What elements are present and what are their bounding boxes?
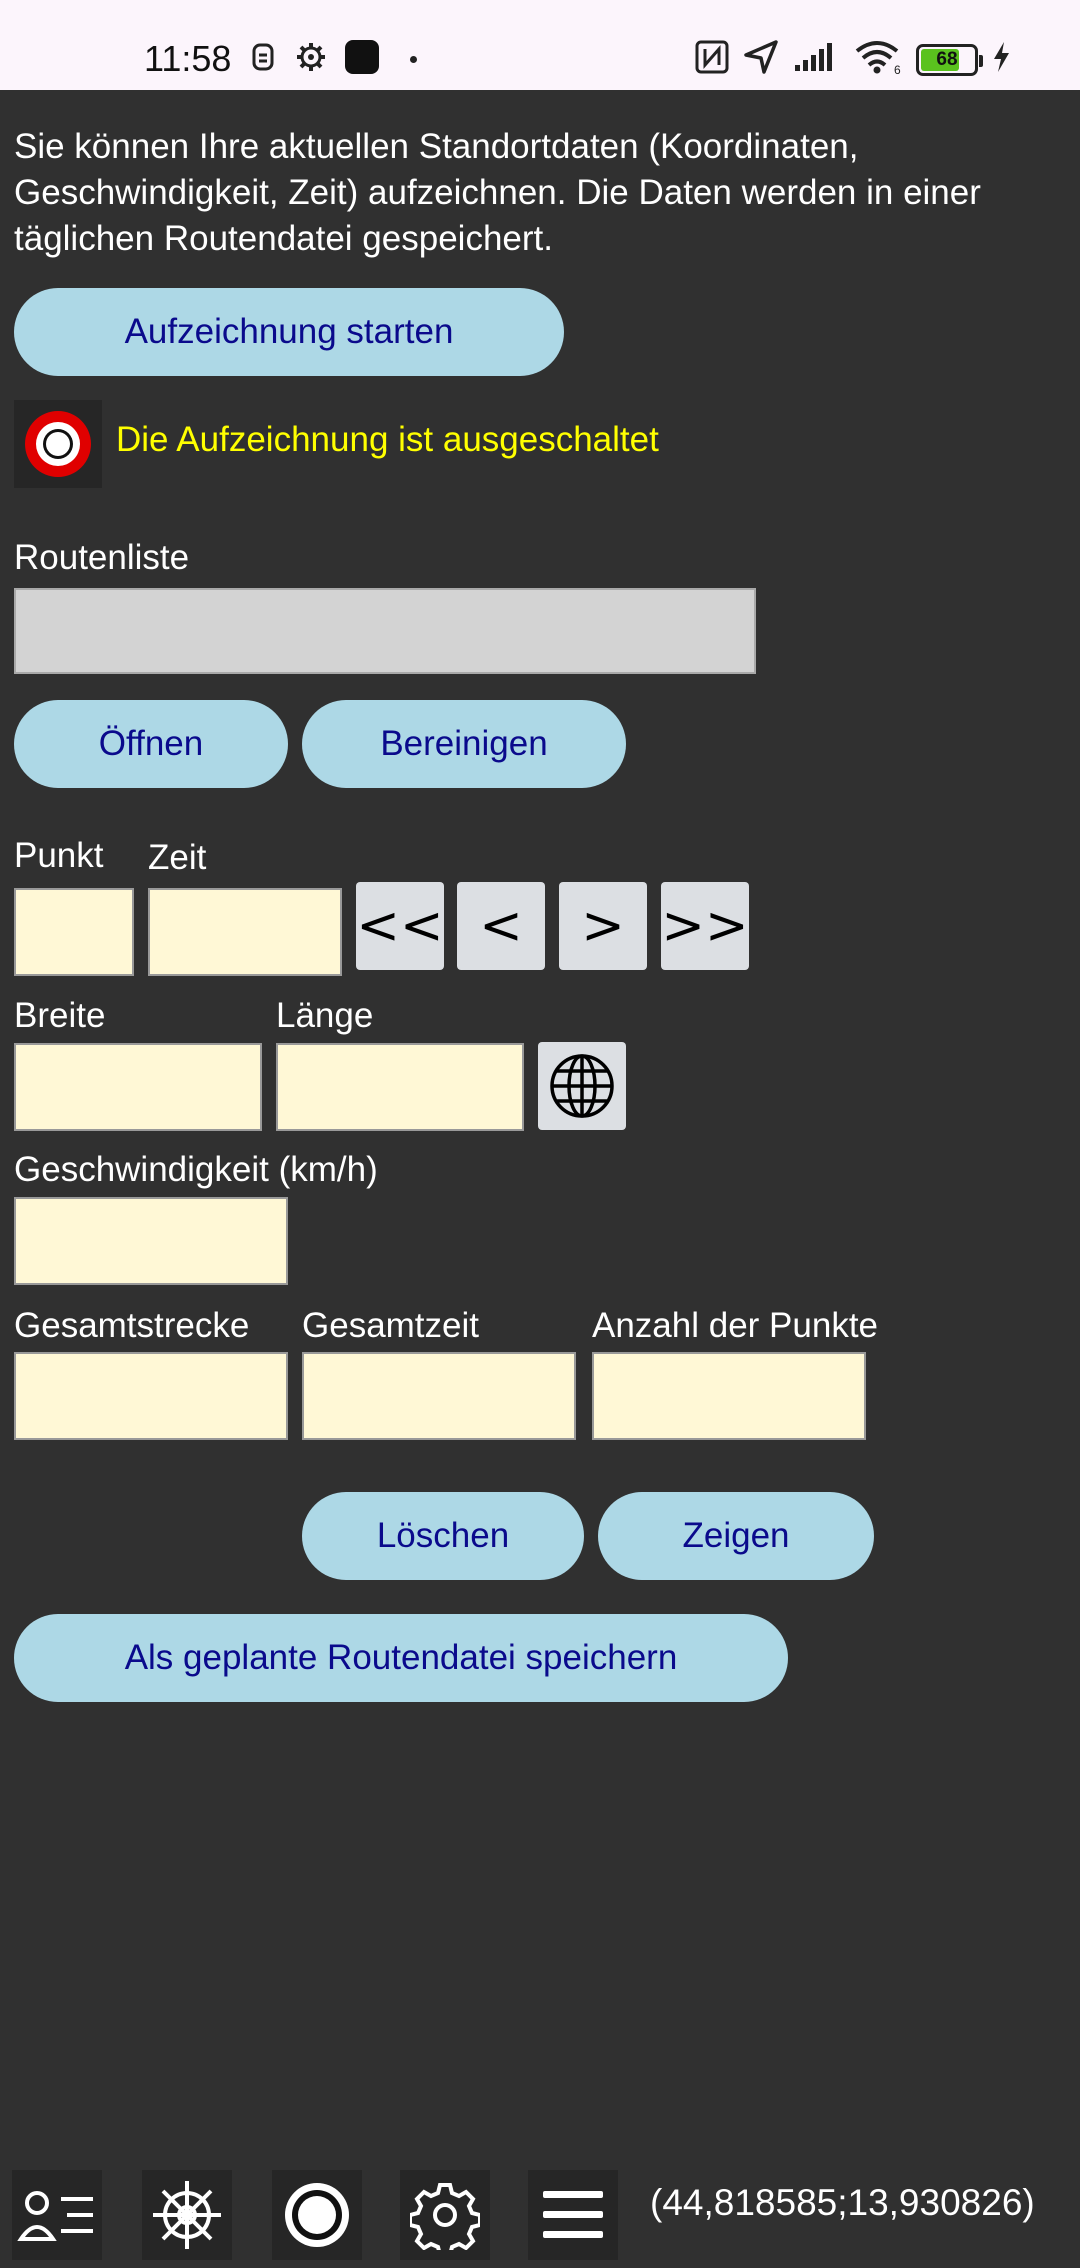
- time-label: Zeit: [148, 838, 207, 877]
- point-label: Punkt: [14, 836, 104, 875]
- latitude-field[interactable]: [14, 1043, 262, 1131]
- save-planned-route-button[interactable]: Als geplante Routendatei speichern: [14, 1614, 788, 1702]
- speed-label: Geschwindigkeit (km/h): [14, 1150, 378, 1189]
- notification-icon: [250, 40, 276, 74]
- recording-status-text: Die Aufzeichnung ist ausgeschaltet: [116, 420, 659, 459]
- helm-icon[interactable]: [142, 2170, 232, 2260]
- delete-button[interactable]: Löschen: [302, 1492, 584, 1580]
- charging-icon: [990, 40, 1012, 74]
- wifi-icon: 6: [852, 40, 904, 75]
- show-button[interactable]: Zeigen: [598, 1492, 874, 1580]
- app-status-icon: [344, 40, 380, 74]
- longitude-field[interactable]: [276, 1043, 524, 1131]
- total-time-field[interactable]: [302, 1352, 576, 1440]
- latitude-label: Breite: [14, 996, 106, 1035]
- total-time-label: Gesamtzeit: [302, 1306, 479, 1345]
- point-field[interactable]: [14, 888, 134, 976]
- location-arrow-icon: [742, 40, 780, 74]
- coordinates-display: (44,818585;13,930826): [650, 2182, 1035, 2223]
- globe-icon[interactable]: [538, 1042, 626, 1130]
- longitude-label: Länge: [276, 996, 374, 1035]
- intro-text: Sie können Ihre aktuellen Standortdaten …: [14, 127, 981, 258]
- start-recording-button[interactable]: Aufzeichnung starten: [14, 288, 564, 376]
- user-list-icon[interactable]: [12, 2170, 102, 2260]
- recording-status-icon[interactable]: [14, 400, 102, 488]
- time-field[interactable]: [148, 888, 342, 976]
- next-point-button[interactable]: >: [559, 882, 647, 970]
- previous-point-button[interactable]: <: [457, 882, 545, 970]
- last-point-button[interactable]: >>: [661, 882, 749, 970]
- first-point-button[interactable]: <<: [356, 882, 444, 970]
- open-button[interactable]: Öffnen: [14, 700, 288, 788]
- clean-button[interactable]: Bereinigen: [302, 700, 626, 788]
- total-distance-field[interactable]: [14, 1352, 288, 1440]
- route-list-select[interactable]: [14, 588, 756, 674]
- more-notifications-dot: [410, 56, 417, 63]
- point-count-label: Anzahl der Punkte: [592, 1306, 879, 1345]
- battery-level: 68: [936, 49, 958, 70]
- speed-field[interactable]: [14, 1197, 288, 1285]
- menu-icon[interactable]: [528, 2170, 618, 2260]
- signal-icon: [792, 40, 838, 74]
- record-icon[interactable]: [272, 2170, 362, 2260]
- battery-icon: 68: [916, 44, 983, 76]
- status-time: 11:58: [144, 38, 232, 79]
- route-list-label: Routenliste: [14, 538, 190, 577]
- nfc-icon: [694, 40, 730, 74]
- total-distance-label: Gesamtstrecke: [14, 1306, 250, 1345]
- status-bar: 11:58 6 68: [0, 0, 1080, 90]
- gear-icon[interactable]: [400, 2170, 490, 2260]
- settings-status-icon: [294, 40, 328, 74]
- point-count-field[interactable]: [592, 1352, 866, 1440]
- svg-text:6: 6: [894, 63, 901, 75]
